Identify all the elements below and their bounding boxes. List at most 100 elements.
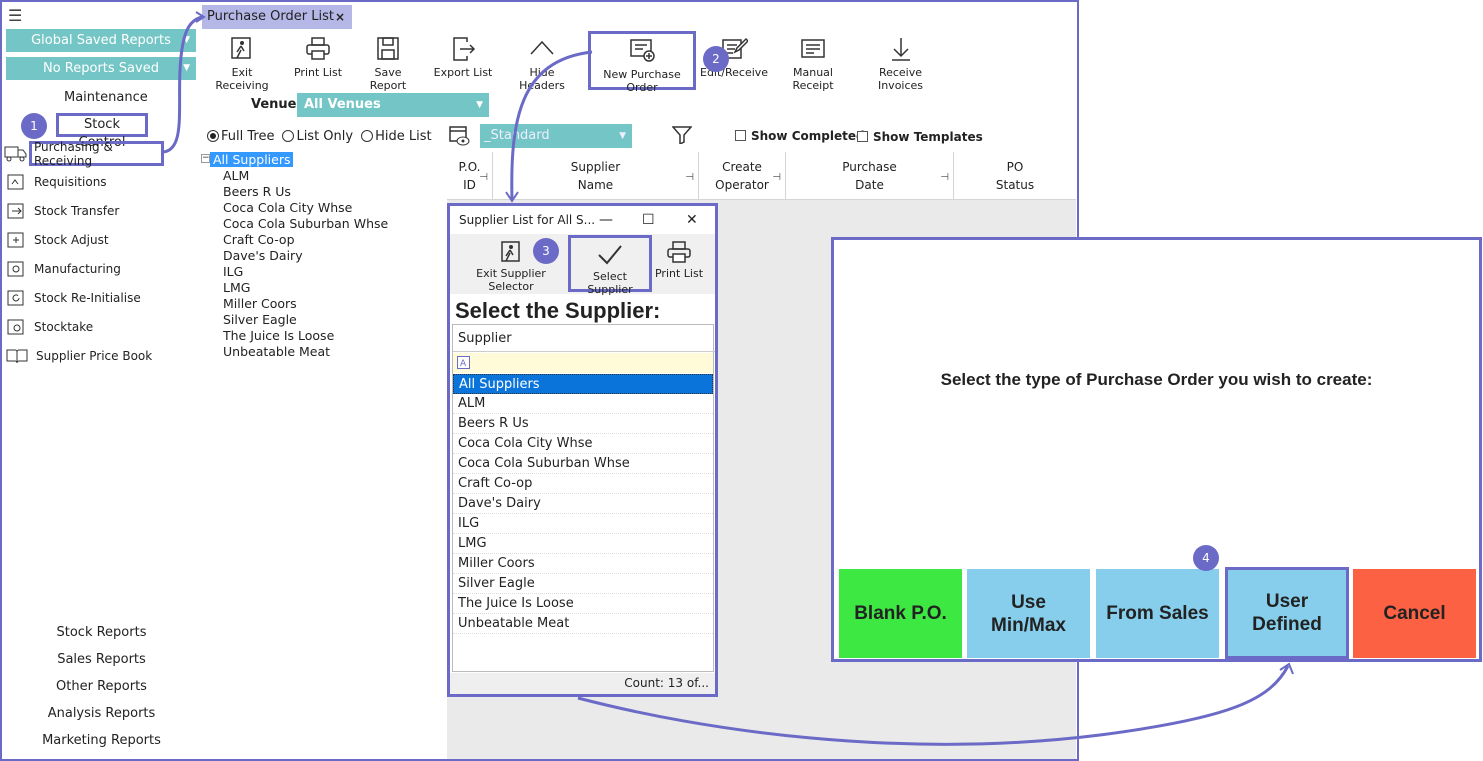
supplier-row[interactable]: Unbeatable Meat: [453, 614, 713, 634]
tree-root-all-suppliers[interactable]: All Suppliers: [210, 152, 294, 167]
pin-icon[interactable]: ⊣: [772, 169, 781, 187]
filter-icon[interactable]: [672, 126, 692, 144]
supplier-row[interactable]: Miller Coors: [453, 554, 713, 574]
supplier-row[interactable]: LMG: [453, 534, 713, 554]
new-purchase-order-label: New Purchase Order: [603, 68, 681, 94]
select-supplier-button[interactable]: Select Supplier: [568, 235, 652, 296]
user-defined-button[interactable]: User Defined: [1225, 567, 1349, 659]
sidebar-item-stock-adjust[interactable]: Stock Adjust: [6, 229, 109, 251]
other-reports-link[interactable]: Other Reports: [2, 679, 201, 694]
checkmark-icon: [598, 245, 622, 265]
column-create-operator[interactable]: Create Operator ⊣: [699, 152, 786, 200]
tree-node[interactable]: Dave's Dairy: [223, 248, 303, 263]
receive-invoices-button[interactable]: Receive Invoices: [858, 36, 943, 92]
no-reports-saved-dropdown[interactable]: No Reports Saved ▼: [6, 57, 196, 80]
supplier-row[interactable]: The Juice Is Loose: [453, 594, 713, 614]
hide-headers-button[interactable]: Hide Headers: [505, 36, 579, 92]
full-tree-radio[interactable]: Full Tree: [207, 129, 274, 144]
new-order-icon: [630, 39, 655, 62]
export-list-button[interactable]: Export List: [433, 36, 493, 79]
show-completed-checkbox[interactable]: Show Completed: [735, 129, 865, 143]
hide-list-radio[interactable]: Hide List: [361, 129, 432, 144]
sidebar-item-label: Stock Transfer: [34, 204, 120, 218]
marketing-reports-link[interactable]: Marketing Reports: [2, 733, 201, 748]
maintenance-link[interactable]: Maintenance: [64, 90, 148, 105]
column-supplier-name[interactable]: Supplier Name ⊣: [493, 152, 699, 200]
column-purchase-date[interactable]: Purchase Date ⊣: [786, 152, 954, 200]
maximize-icon[interactable]: ☐: [642, 206, 655, 234]
select-supplier-heading: Select the Supplier:: [455, 298, 661, 323]
sidebar-item-purchasing[interactable]: Purchasing & Receiving: [29, 140, 164, 168]
collapse-icon[interactable]: −: [201, 154, 210, 163]
cancel-button[interactable]: Cancel: [1353, 569, 1476, 658]
exit-receiving-button[interactable]: Exit Receiving: [206, 36, 278, 92]
tree-node[interactable]: Coca Cola City Whse: [223, 200, 352, 215]
supplier-column-header[interactable]: Supplier: [453, 325, 715, 352]
stock-reports-link[interactable]: Stock Reports: [2, 625, 201, 640]
supplier-row[interactable]: Coca Cola Suburban Whse: [453, 454, 713, 474]
layout-view-icon[interactable]: [449, 125, 471, 147]
sidebar-item-supplier-price-book[interactable]: Supplier Price Book: [6, 345, 152, 367]
cancel-label: Cancel: [1383, 603, 1446, 624]
new-purchase-order-button[interactable]: New Purchase Order: [588, 31, 696, 94]
hamburger-menu-icon[interactable]: ☰: [8, 6, 22, 25]
sidebar-item-stock-transfer[interactable]: Stock Transfer: [6, 200, 119, 222]
blank-po-button[interactable]: Blank P.O.: [839, 569, 962, 658]
tree-node[interactable]: The Juice Is Loose: [223, 328, 334, 343]
supplier-row[interactable]: Beers R Us: [453, 414, 713, 434]
list-only-radio[interactable]: List Only: [282, 129, 353, 144]
sidebar-item-stock-reinitialise[interactable]: Stock Re-Initialise: [6, 287, 141, 309]
tree-node[interactable]: Silver Eagle: [223, 312, 297, 327]
from-sales-label: From Sales: [1106, 603, 1209, 624]
supplier-list-dialog: Supplier List for All S... — ☐ ✕ Exit Su…: [447, 203, 718, 697]
sidebar-item-requisitions[interactable]: Requisitions: [6, 171, 107, 193]
minimize-icon[interactable]: —: [599, 206, 613, 234]
save-report-button[interactable]: Save Report: [355, 36, 421, 92]
sidebar-item-manufacturing[interactable]: Manufacturing: [6, 258, 121, 280]
column-po-status[interactable]: PO Status: [954, 152, 1076, 200]
pin-icon[interactable]: ⊣: [940, 169, 949, 187]
tree-node[interactable]: ILG: [223, 264, 243, 279]
supplier-row[interactable]: Dave's Dairy: [453, 494, 713, 514]
column-po-id[interactable]: P.O. ID ⊣: [447, 152, 493, 200]
pin-icon[interactable]: ⊣: [479, 169, 488, 187]
supplier-row[interactable]: All Suppliers: [453, 374, 713, 394]
select-supplier-label: Select Supplier: [587, 270, 633, 296]
tree-node[interactable]: Unbeatable Meat: [223, 344, 330, 359]
tree-node[interactable]: Miller Coors: [223, 296, 297, 311]
manual-receipt-button[interactable]: Manual Receipt: [772, 36, 854, 92]
radio-selected-icon: [207, 130, 219, 142]
tree-node[interactable]: Craft Co-op: [223, 232, 295, 247]
sales-reports-link[interactable]: Sales Reports: [2, 652, 201, 667]
hide-list-label: Hide List: [375, 129, 432, 144]
layout-select[interactable]: _Standard ▼: [480, 124, 632, 148]
print-list-button[interactable]: Print List: [292, 36, 344, 79]
close-icon[interactable]: ×: [335, 5, 345, 29]
show-templates-checkbox[interactable]: Show Templates: [857, 130, 983, 144]
tree-node[interactable]: LMG: [223, 280, 250, 295]
supplier-filter-row[interactable]: A: [453, 353, 713, 373]
sidebar-item-stocktake[interactable]: Stocktake: [6, 316, 93, 338]
tree-node[interactable]: ALM: [223, 168, 249, 183]
tree-node[interactable]: Coca Cola Suburban Whse: [223, 216, 388, 231]
supplier-row[interactable]: Coca Cola City Whse: [453, 434, 713, 454]
from-sales-button[interactable]: From Sales: [1096, 569, 1219, 658]
use-min-max-button[interactable]: Use Min/Max: [967, 569, 1090, 658]
po-grid-header: P.O. ID ⊣ Supplier Name ⊣ Create Operator ⊣…: [447, 152, 1076, 200]
stock-control-link[interactable]: Stock Control: [56, 113, 148, 150]
dialog-print-list-button[interactable]: Print List: [654, 240, 704, 280]
analysis-reports-link[interactable]: Analysis Reports: [2, 706, 201, 721]
pin-icon[interactable]: ⊣: [685, 169, 694, 187]
supplier-row[interactable]: Silver Eagle: [453, 574, 713, 594]
supplier-row[interactable]: ILG: [453, 514, 713, 534]
supplier-row[interactable]: Craft Co-op: [453, 474, 713, 494]
book-icon: [6, 349, 28, 364]
venue-select[interactable]: All Venues ▼: [297, 93, 489, 117]
tree-node[interactable]: Beers R Us: [223, 184, 291, 199]
layout-value: _Standard: [484, 128, 550, 143]
radio-icon: [282, 130, 295, 142]
tab-purchase-order-list[interactable]: Purchase Order List ×: [202, 5, 352, 29]
close-icon[interactable]: ✕: [686, 206, 698, 234]
global-saved-reports-dropdown[interactable]: Global Saved Reports ▼: [6, 29, 196, 52]
supplier-row[interactable]: ALM: [453, 394, 713, 414]
